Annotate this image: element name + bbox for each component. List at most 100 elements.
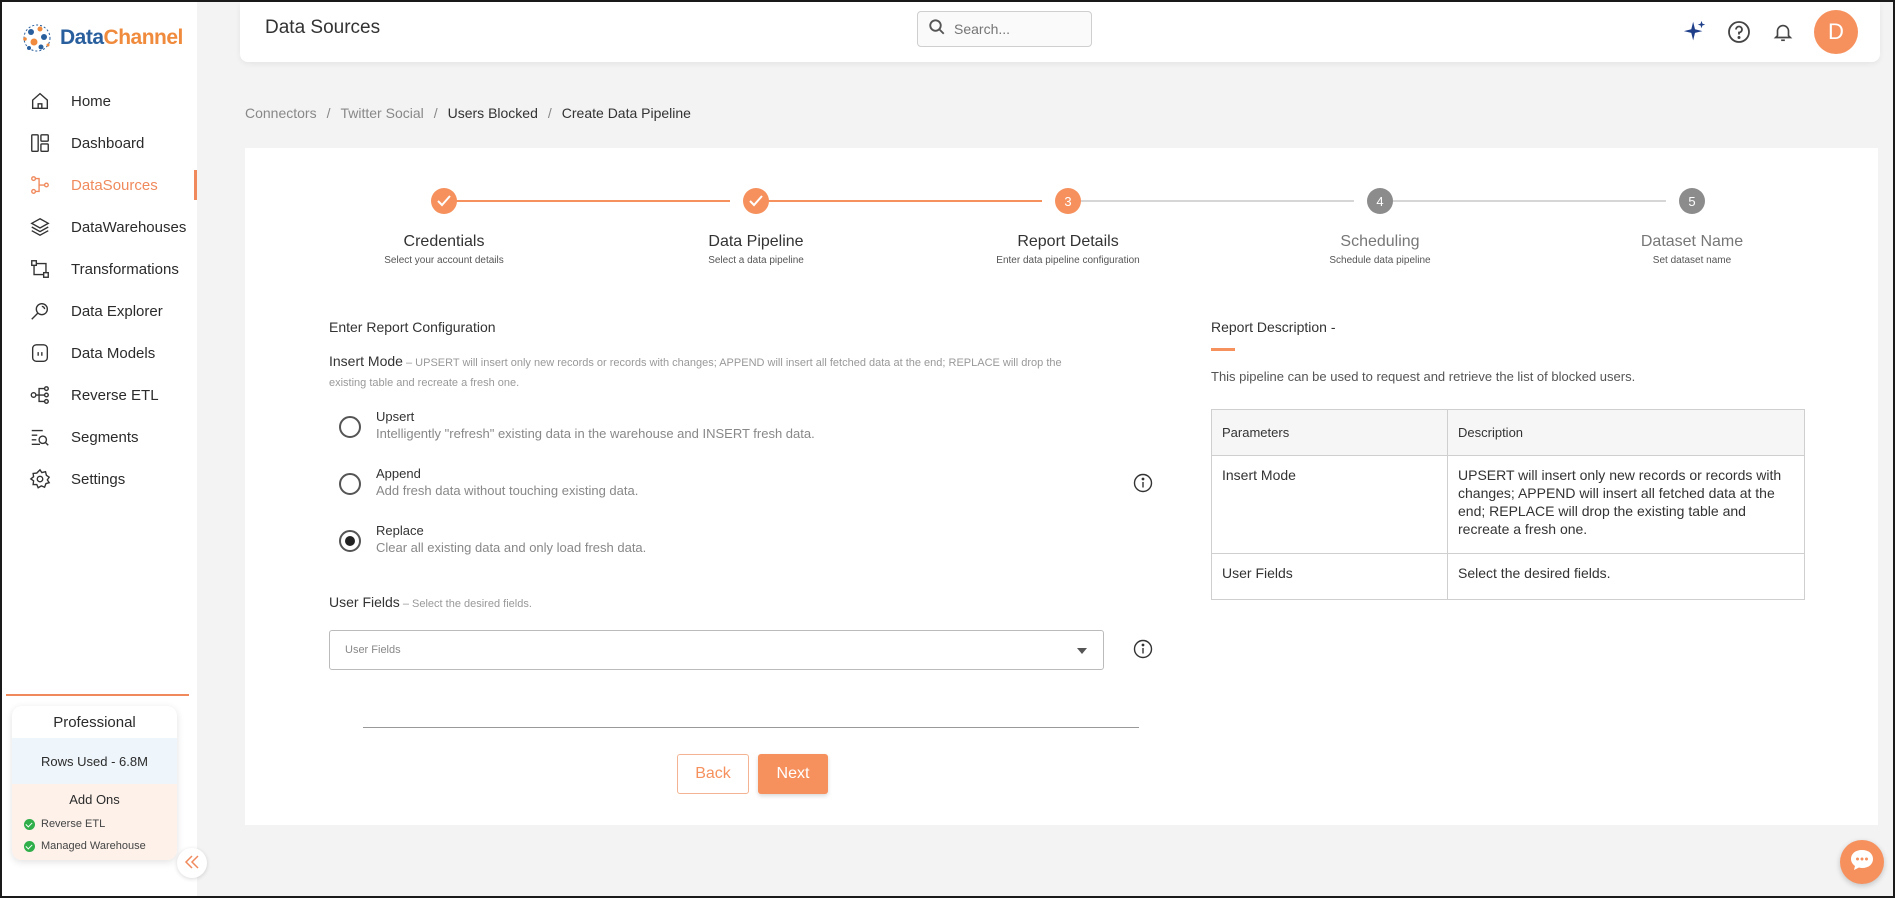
logo-text-data: Data bbox=[60, 26, 104, 49]
sidebar-item-reverse-etl[interactable]: Reverse ETL bbox=[2, 374, 197, 416]
title-underline bbox=[1211, 348, 1235, 351]
breadcrumb-users-blocked[interactable]: Users Blocked bbox=[448, 105, 538, 121]
sidebar-item-datawarehouses[interactable]: DataWarehouses bbox=[2, 206, 197, 248]
step-connector-4-5 bbox=[1380, 200, 1666, 202]
check-circle-icon bbox=[24, 818, 35, 830]
table-row: User Fields Select the desired fields. bbox=[1211, 553, 1805, 600]
rows-used: Rows Used - 6.8M bbox=[12, 738, 177, 784]
report-description-title: Report Description - bbox=[1211, 319, 1336, 335]
radio-description: Clear all existing data and only load fr… bbox=[376, 540, 647, 555]
chat-bubble-icon bbox=[1849, 848, 1875, 877]
back-button[interactable]: Back bbox=[677, 754, 749, 794]
sidebar-item-label: Dashboard bbox=[71, 134, 145, 152]
step-5-indicator: 5 bbox=[1679, 188, 1705, 214]
sidebar-item-label: Segments bbox=[71, 428, 139, 446]
radio-button[interactable] bbox=[339, 473, 361, 495]
addon-label: Managed Warehouse bbox=[41, 840, 146, 852]
addons-title: Add Ons bbox=[69, 792, 120, 807]
step-2-indicator bbox=[743, 188, 769, 214]
sidebar-item-transformations[interactable]: Transformations bbox=[2, 248, 197, 290]
plan-title: Professional bbox=[53, 713, 136, 731]
step-3-sub: Enter data pipeline configuration bbox=[996, 255, 1140, 266]
table-cell: Insert Mode bbox=[1211, 455, 1448, 554]
addon-label: Reverse ETL bbox=[41, 818, 106, 830]
next-button[interactable]: Next bbox=[758, 754, 828, 794]
user-fields-label: User Fields – Select the desired fields. bbox=[329, 594, 532, 610]
radio-text: Upsert Intelligently "refresh" existing … bbox=[376, 409, 815, 441]
table-header-row: Parameters Description bbox=[1211, 409, 1805, 456]
search-box[interactable] bbox=[917, 11, 1092, 47]
table-row: Insert Mode UPSERT will insert only new … bbox=[1211, 455, 1805, 554]
sidebar-item-datasources[interactable]: DataSources bbox=[2, 164, 197, 206]
step-2-label: Data Pipeline bbox=[708, 233, 804, 250]
radio-text: Replace Clear all existing data and only… bbox=[376, 523, 646, 555]
sidebar-item-label: Data Explorer bbox=[71, 302, 163, 320]
parameters-table: Parameters Description Insert Mode UPSER… bbox=[1211, 409, 1805, 600]
step-2-sub: Select a data pipeline bbox=[708, 255, 804, 266]
step-5-label: Dataset Name bbox=[1640, 233, 1744, 250]
bell-icon[interactable] bbox=[1770, 19, 1796, 45]
sidebar-item-label: Settings bbox=[71, 470, 126, 488]
breadcrumb-twitter-social[interactable]: Twitter Social bbox=[340, 105, 423, 121]
sidebar-item-home[interactable]: Home bbox=[2, 80, 197, 122]
sidebar-item-label: DataSources bbox=[71, 176, 158, 194]
sidebar-item-settings[interactable]: Settings bbox=[2, 458, 197, 500]
radio-button-selected[interactable] bbox=[339, 530, 361, 552]
radio-option-upsert[interactable]: Upsert Intelligently "refresh" existing … bbox=[339, 409, 815, 441]
breadcrumb-separator: / bbox=[547, 105, 552, 121]
page-title: Data Sources bbox=[265, 17, 381, 38]
radio-button[interactable] bbox=[339, 416, 361, 438]
avatar[interactable]: D bbox=[1814, 10, 1858, 54]
sidebar-item-label: Reverse ETL bbox=[71, 386, 159, 404]
table-cell: Select the desired fields. bbox=[1447, 553, 1805, 600]
insert-mode-title: Insert Mode bbox=[329, 353, 403, 369]
top-header: Data Sources D bbox=[240, 2, 1880, 62]
datachannel-logo-icon bbox=[20, 20, 54, 56]
table-cell: UPSERT will insert only new records or r… bbox=[1447, 455, 1805, 554]
chat-support-button[interactable] bbox=[1840, 840, 1884, 884]
sparkle-ai-icon[interactable] bbox=[1682, 19, 1708, 45]
sidebar-item-dashboard[interactable]: Dashboard bbox=[2, 122, 197, 164]
help-icon[interactable] bbox=[1726, 19, 1752, 45]
reverse-etl-icon bbox=[28, 383, 52, 407]
segments-icon bbox=[28, 425, 52, 449]
addon-item: Reverse ETL bbox=[12, 813, 177, 835]
dashboard-icon bbox=[28, 131, 52, 155]
check-circle-icon bbox=[24, 840, 35, 852]
user-fields-help: – Select the desired fields. bbox=[399, 598, 532, 610]
sidebar-item-label: Data Models bbox=[71, 344, 156, 362]
logo-text: DataChannel bbox=[60, 26, 183, 50]
radio-option-replace[interactable]: Replace Clear all existing data and only… bbox=[339, 523, 646, 555]
info-icon[interactable] bbox=[1133, 473, 1153, 493]
data-models-icon bbox=[28, 341, 52, 365]
user-fields-select[interactable]: User Fields bbox=[329, 630, 1104, 670]
search-icon bbox=[928, 18, 946, 41]
insert-mode-help: – UPSERT will insert only new records or… bbox=[329, 357, 1062, 389]
radio-option-append[interactable]: Append Add fresh data without touching e… bbox=[339, 466, 638, 498]
sidebar-item-label: Home bbox=[71, 92, 112, 110]
sidebar-item-segments[interactable]: Segments bbox=[2, 416, 197, 458]
report-description-text: This pipeline can be used to request and… bbox=[1211, 369, 1636, 384]
radio-description: Add fresh data without touching existing… bbox=[376, 483, 639, 498]
step-connector-1-2 bbox=[444, 200, 730, 202]
radio-title: Replace bbox=[376, 523, 424, 538]
sidebar-item-data-models[interactable]: Data Models bbox=[2, 332, 197, 374]
info-icon[interactable] bbox=[1133, 639, 1153, 659]
search-input[interactable] bbox=[954, 21, 1074, 37]
radio-text: Append Add fresh data without touching e… bbox=[376, 466, 638, 498]
user-fields-title: User Fields bbox=[329, 594, 400, 610]
radio-title: Append bbox=[376, 466, 421, 481]
logo[interactable]: DataChannel bbox=[20, 20, 183, 56]
plan-divider bbox=[6, 694, 189, 696]
sidebar-item-data-explorer[interactable]: Data Explorer bbox=[2, 290, 197, 332]
collapse-sidebar-button[interactable] bbox=[177, 848, 207, 878]
sidebar: DataChannel Home Dashboard DataSources D… bbox=[2, 2, 197, 896]
sidebar-item-label: DataWarehouses bbox=[71, 218, 187, 236]
step-3-indicator: 3 bbox=[1055, 188, 1081, 214]
breadcrumb: Connectors / Twitter Social / Users Bloc… bbox=[245, 105, 691, 121]
caret-down-icon bbox=[1077, 648, 1087, 654]
breadcrumb-connectors[interactable]: Connectors bbox=[245, 105, 317, 121]
insert-mode-label: Insert Mode – UPSERT will insert only ne… bbox=[329, 352, 1069, 392]
section-title: Enter Report Configuration bbox=[329, 319, 496, 335]
step-4-sub: Schedule data pipeline bbox=[1329, 255, 1431, 266]
